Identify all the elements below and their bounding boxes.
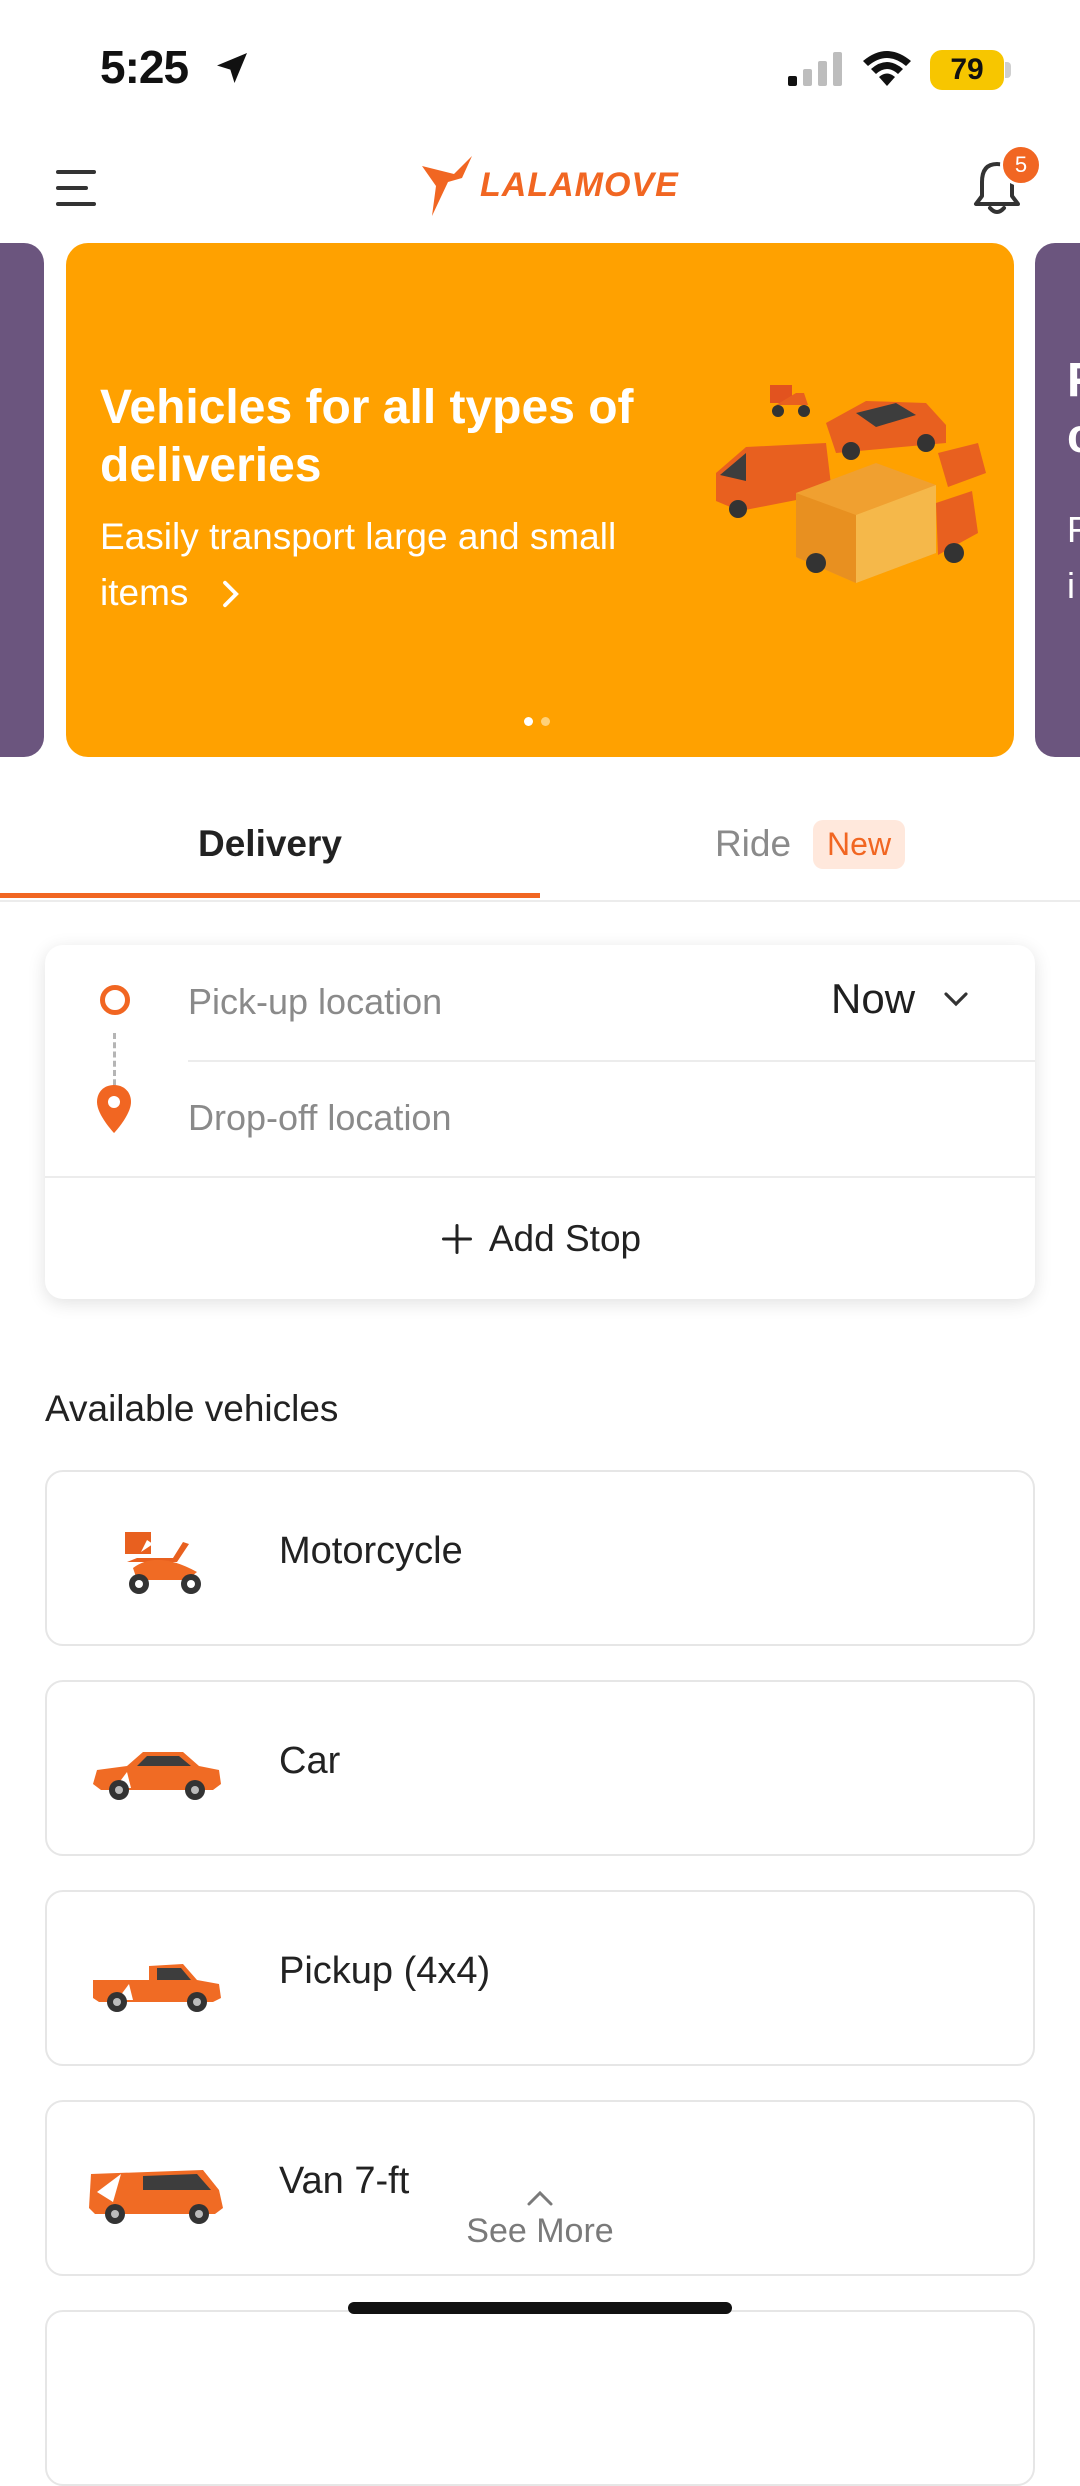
location-arrow-icon xyxy=(217,53,247,83)
battery-level: 79 xyxy=(950,53,984,86)
chevron-right-icon xyxy=(222,580,239,608)
car-icon xyxy=(93,1752,221,1800)
time-selector[interactable]: Now xyxy=(831,975,971,1023)
lalamove-bird-icon xyxy=(422,156,472,216)
banner-title: Vehicles for all types of deliveries xyxy=(100,381,634,492)
see-more-button[interactable]: See More xyxy=(440,2188,640,2251)
battery-tip xyxy=(1005,62,1011,78)
new-badge: New xyxy=(813,819,906,869)
tab-delivery-label: Delivery xyxy=(198,823,342,864)
battery-indicator: 79 xyxy=(930,50,1004,90)
available-vehicles-title: Available vehicles xyxy=(45,1388,339,1429)
motorcycle-icon xyxy=(125,1532,201,1594)
tab-ride[interactable]: Ride New xyxy=(540,790,1080,898)
status-time: 5:25 xyxy=(100,41,189,93)
chevron-down-icon xyxy=(944,992,968,1007)
add-stop-label: Add Stop xyxy=(488,1217,642,1259)
pickup-circle-icon xyxy=(100,985,130,1015)
hamburger-menu-icon[interactable] xyxy=(56,168,100,208)
status-bar: 5:25 79 xyxy=(0,0,1080,130)
delivery-vehicles-illustration xyxy=(716,385,986,583)
banner-previous-slide[interactable] xyxy=(0,243,44,757)
carousel-dot-active xyxy=(524,717,533,726)
plus-icon xyxy=(441,1223,472,1254)
pickup-location-field[interactable]: Pick-up location Now xyxy=(45,945,1035,1061)
time-selector-value: Now xyxy=(831,975,916,1022)
car-illustration xyxy=(826,401,946,460)
vehicle-option-pickup[interactable]: Pickup (4x4) xyxy=(45,1890,1035,2066)
carousel-indicator xyxy=(524,717,550,726)
vehicle-name: Pickup (4x4) xyxy=(279,1950,491,1992)
logo-text: LALAMOVE xyxy=(480,165,679,204)
home-indicator[interactable] xyxy=(348,2302,732,2314)
dropoff-location-field[interactable]: Drop-off location xyxy=(45,1061,1035,1177)
promo-banner[interactable]: Vehicles for all types of deliveries Eas… xyxy=(66,243,1014,757)
chevron-up-icon xyxy=(527,2190,553,2206)
pickup-illustration xyxy=(938,443,986,487)
add-stop-button[interactable]: Add Stop xyxy=(45,1178,1035,1299)
peek-letter: F xyxy=(1067,353,1080,408)
peek-letter: c xyxy=(1067,409,1080,464)
vehicle-name: Van 7-ft xyxy=(279,2160,410,2202)
peek-letter: i xyxy=(1067,565,1075,606)
banner-subtitle: Easily transport large and small items xyxy=(100,509,690,621)
vehicle-name: Car xyxy=(279,1740,341,1782)
app-header: LALAMOVE xyxy=(0,140,1080,240)
pickup-placeholder: Pick-up location xyxy=(188,981,443,1022)
pickup-truck-icon xyxy=(93,1964,221,2012)
peek-letter: F xyxy=(1067,509,1080,550)
banner-next-slide[interactable]: F c F i xyxy=(1035,243,1080,757)
dropoff-pin-icon xyxy=(97,1085,131,1133)
van-icon xyxy=(89,2170,223,2224)
vehicle-option-motorcycle[interactable]: Motorcycle xyxy=(45,1470,1035,1646)
carousel-dot xyxy=(541,717,550,726)
lalamove-logo: LALAMOVE xyxy=(418,152,679,218)
see-more-label: See More xyxy=(466,2212,614,2250)
cellular-signal-icon xyxy=(788,52,842,86)
scooter-illustration xyxy=(770,385,810,417)
tab-delivery[interactable]: Delivery xyxy=(0,790,540,898)
notification-badge: 5 xyxy=(1000,144,1042,186)
vehicle-option-car[interactable]: Car xyxy=(45,1680,1035,1856)
active-tab-indicator xyxy=(0,893,540,898)
location-card: Pick-up location Now Drop-off location A… xyxy=(45,945,1035,1299)
wifi-icon xyxy=(863,51,911,86)
vehicle-name: Motorcycle xyxy=(279,1530,463,1572)
vehicle-option-next[interactable] xyxy=(45,2310,1035,2486)
tab-ride-label: Ride xyxy=(714,823,792,864)
dropoff-placeholder: Drop-off location xyxy=(188,1097,452,1138)
service-tabs: Delivery Ride New xyxy=(0,790,1080,902)
banner-subtitle-text: Easily transport large and small items xyxy=(100,516,617,613)
